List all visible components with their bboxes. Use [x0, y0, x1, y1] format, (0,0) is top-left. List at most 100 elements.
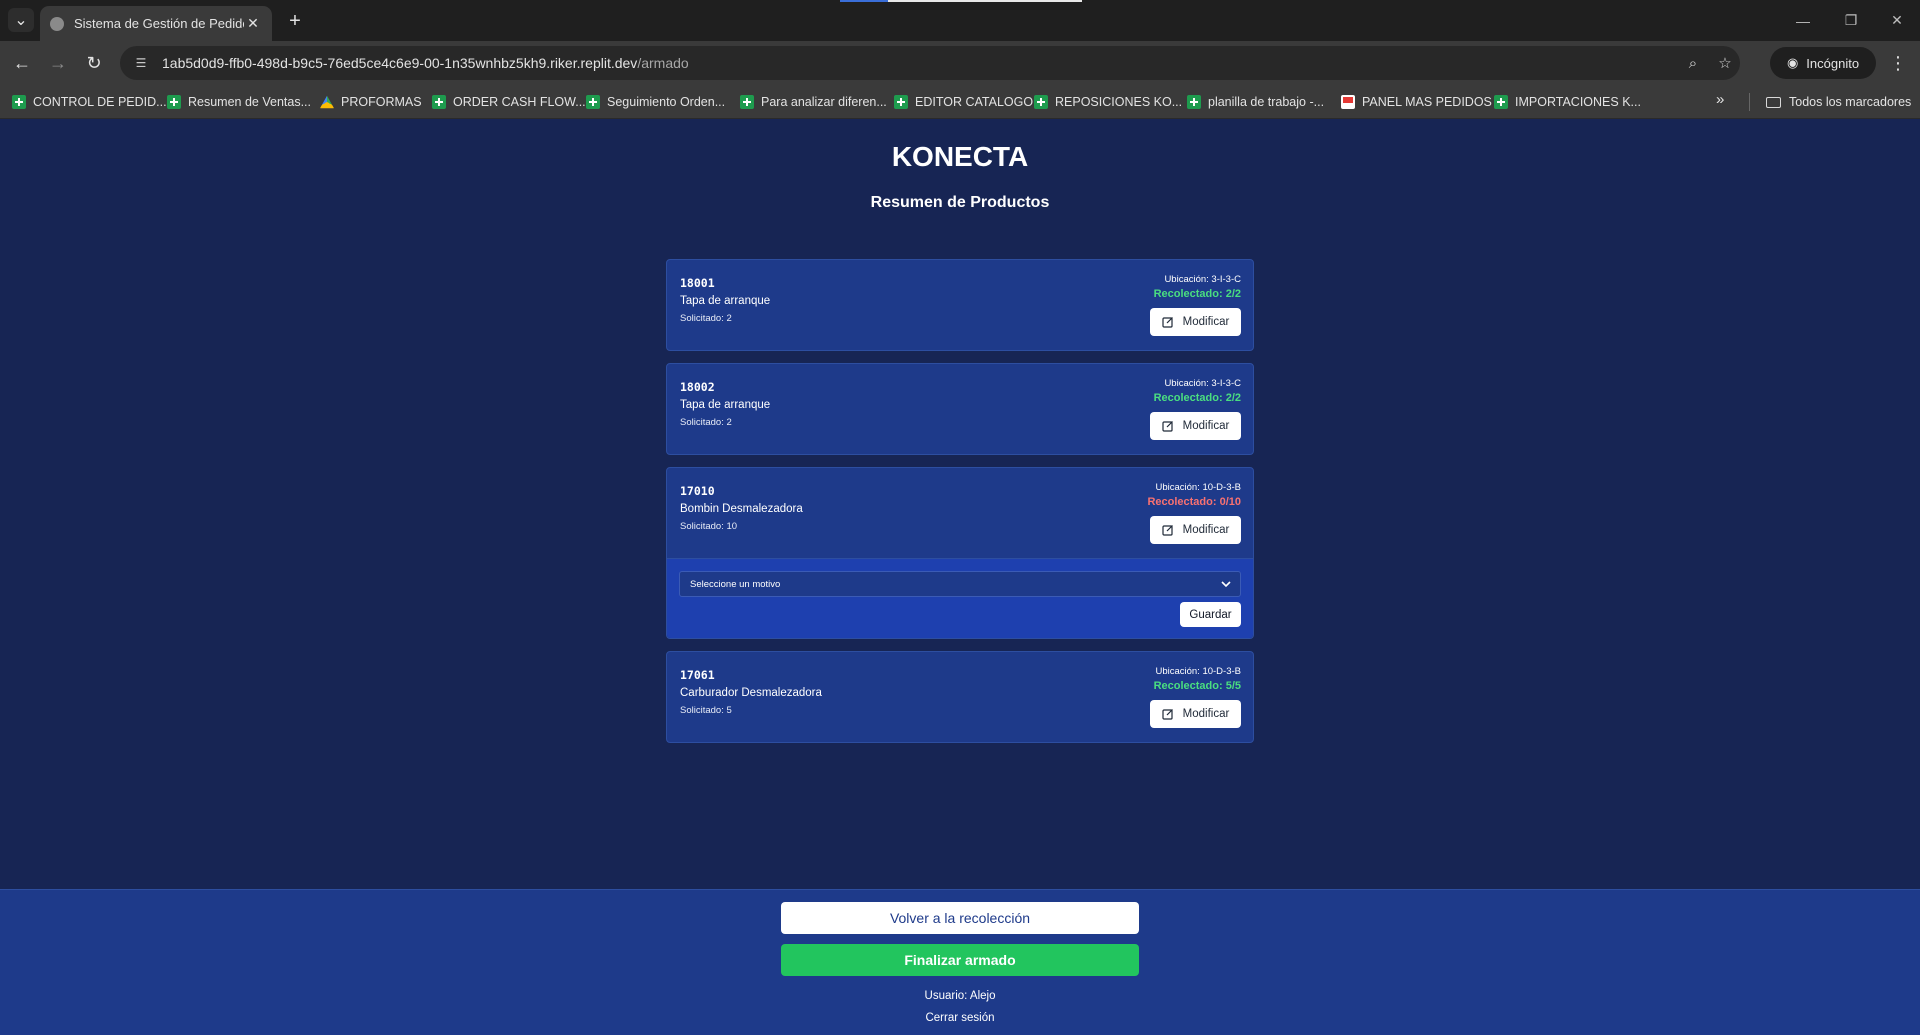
product-requested: Solicitado: 5 — [680, 705, 732, 716]
bookmarks-bar: CONTROL DE PEDID... Resumen de Ventas...… — [0, 84, 1920, 119]
product-code: 17061 — [680, 668, 715, 682]
product-card: 17010 Bombin Desmalezadora Solicitado: 1… — [666, 467, 1254, 639]
doc-icon — [1341, 95, 1355, 109]
sheets-icon — [1187, 95, 1201, 109]
product-name: Tapa de arranque — [680, 399, 771, 411]
product-collected: Recolectado: 2/2 — [1153, 392, 1241, 404]
page-subtitle: Resumen de Productos — [870, 194, 1050, 211]
close-tab-icon[interactable]: ✕ — [244, 15, 262, 33]
product-code: 18002 — [680, 380, 715, 394]
modify-button[interactable]: Modificar — [1150, 308, 1241, 336]
sheets-icon — [1494, 95, 1508, 109]
zoom-icon[interactable]: ⌕ — [1678, 46, 1708, 80]
tab-strip-accent — [840, 0, 888, 2]
reload-icon: ↻ — [86, 52, 102, 73]
incognito-icon: ◉ — [1786, 55, 1799, 70]
bookmark-item[interactable]: CONTROL DE PEDID... — [12, 91, 167, 113]
product-name: Tapa de arranque — [680, 295, 771, 307]
product-requested: Solicitado: 10 — [680, 521, 738, 532]
modify-button[interactable]: Modificar — [1150, 700, 1241, 728]
save-button[interactable]: Guardar — [1180, 602, 1241, 627]
product-location: Ubicación: 10-D-3-B — [1155, 482, 1241, 493]
tab-title: Sistema de Gestión de Pedidos — [74, 16, 244, 31]
all-bookmarks-button[interactable]: Todos los marcadores — [1766, 91, 1911, 113]
sheets-icon — [740, 95, 754, 109]
edit-icon — [1162, 317, 1173, 328]
bookmark-item[interactable]: Resumen de Ventas... — [167, 91, 311, 113]
edit-icon — [1162, 709, 1173, 720]
forward-button[interactable]: → — [44, 49, 72, 77]
reason-select[interactable]: Seleccione un motivo — [679, 571, 1241, 597]
chevron-down-icon: ⌄ — [14, 12, 28, 29]
bookmark-item[interactable]: Para analizar diferen... — [740, 91, 887, 113]
back-to-collection-button[interactable]: Volver a la recolección — [781, 902, 1139, 934]
app-footer: Volver a la recolección Finalizar armado… — [0, 889, 1920, 1035]
product-name: Bombin Desmalezadora — [680, 503, 803, 515]
tab-search-button[interactable]: ⌄ — [8, 8, 34, 32]
modify-button[interactable]: Modificar — [1150, 412, 1241, 440]
product-collected: Recolectado: 2/2 — [1153, 288, 1241, 300]
address-bar[interactable]: ☰ 1ab5d0d9-ffb0-498d-b9c5-76ed5ce4c6e9-0… — [120, 46, 1740, 80]
globe-icon — [50, 16, 64, 31]
bookmark-item[interactable]: PROFORMAS — [320, 91, 422, 113]
product-card: 17061 Carburador Desmalezadora Solicitad… — [666, 651, 1254, 743]
finish-assembly-button[interactable]: Finalizar armado — [781, 944, 1139, 976]
new-tab-button[interactable]: + — [282, 8, 308, 34]
product-requested: Solicitado: 2 — [680, 313, 732, 324]
sheets-icon — [894, 95, 908, 109]
product-card: 18001 Tapa de arranque Solicitado: 2 Ubi… — [666, 259, 1254, 351]
reload-button[interactable]: ↻ — [80, 49, 108, 77]
bookmark-item[interactable]: IMPORTACIONES K... — [1494, 91, 1641, 113]
bookmark-item[interactable]: Seguimiento Orden... — [586, 91, 725, 113]
product-card: 18002 Tapa de arranque Solicitado: 2 Ubi… — [666, 363, 1254, 455]
product-collected: Recolectado: 5/5 — [1153, 680, 1241, 692]
missing-reason-panel: Seleccione un motivo Guardar — [667, 558, 1253, 638]
restore-button[interactable]: ❐ — [1828, 0, 1874, 41]
site-info-icon[interactable]: ☰ — [132, 54, 150, 72]
product-name: Carburador Desmalezadora — [680, 687, 822, 699]
sheets-icon — [167, 95, 181, 109]
bookmark-item[interactable]: PANEL MAS PEDIDOS — [1341, 91, 1492, 113]
edit-icon — [1162, 421, 1173, 432]
sheets-icon — [1034, 95, 1048, 109]
browser-toolbar: ← → ↻ ☰ 1ab5d0d9-ffb0-498d-b9c5-76ed5ce4… — [0, 41, 1920, 84]
drive-icon — [320, 95, 334, 109]
incognito-label: Incógnito — [1806, 55, 1860, 71]
current-user: Usuario: Alejo — [924, 990, 996, 1002]
sheets-icon — [432, 95, 446, 109]
bookmarks-divider — [1749, 93, 1750, 111]
logout-link[interactable]: Cerrar sesión — [0, 1012, 1920, 1024]
bookmark-item[interactable]: REPOSICIONES KO... — [1034, 91, 1182, 113]
product-code: 17010 — [680, 484, 715, 498]
back-button[interactable]: ← — [8, 49, 36, 77]
sheets-icon — [586, 95, 600, 109]
browser-menu-icon[interactable]: ⋮ — [1884, 49, 1912, 77]
edit-icon — [1162, 525, 1173, 536]
folder-icon — [1766, 96, 1781, 108]
bookmark-item[interactable]: EDITOR CATALOGO — [894, 91, 1033, 113]
product-code: 18001 — [680, 276, 715, 290]
sheets-icon — [12, 95, 26, 109]
chevron-down-icon — [1221, 581, 1231, 588]
product-location: Ubicación: 10-D-3-B — [1155, 666, 1241, 677]
star-icon[interactable]: ☆ — [1710, 46, 1740, 80]
bookmark-item[interactable]: ORDER CASH FLOW... — [432, 91, 586, 113]
product-location: Ubicación: 3-I-3-C — [1164, 378, 1241, 389]
bookmark-item[interactable]: planilla de trabajo -... — [1187, 91, 1324, 113]
app-main: KONECTA Resumen de Productos 18001 Tapa … — [0, 120, 1920, 890]
url-text[interactable]: 1ab5d0d9-ffb0-498d-b9c5-76ed5ce4c6e9-00-… — [162, 55, 689, 71]
browser-tab-strip: ⌄ Sistema de Gestión de Pedidos ✕ + — ❐ … — [0, 0, 1920, 41]
product-collected: Recolectado: 0/10 — [1147, 496, 1241, 508]
product-requested: Solicitado: 2 — [680, 417, 732, 428]
brand-title: KONECTA — [891, 141, 1029, 172]
close-window-button[interactable]: ✕ — [1874, 0, 1920, 41]
incognito-badge[interactable]: ◉ Incógnito — [1770, 47, 1876, 79]
modify-button[interactable]: Modificar — [1150, 516, 1241, 544]
more-bookmarks-icon[interactable]: » — [1716, 91, 1724, 108]
arrow-left-icon: ← — [13, 52, 31, 73]
product-location: Ubicación: 3-I-3-C — [1164, 274, 1241, 285]
active-tab[interactable]: Sistema de Gestión de Pedidos ✕ — [40, 6, 272, 41]
arrow-right-icon: → — [49, 52, 67, 73]
minimize-button[interactable]: — — [1780, 0, 1826, 41]
tab-strip-accent-light — [888, 0, 1082, 2]
